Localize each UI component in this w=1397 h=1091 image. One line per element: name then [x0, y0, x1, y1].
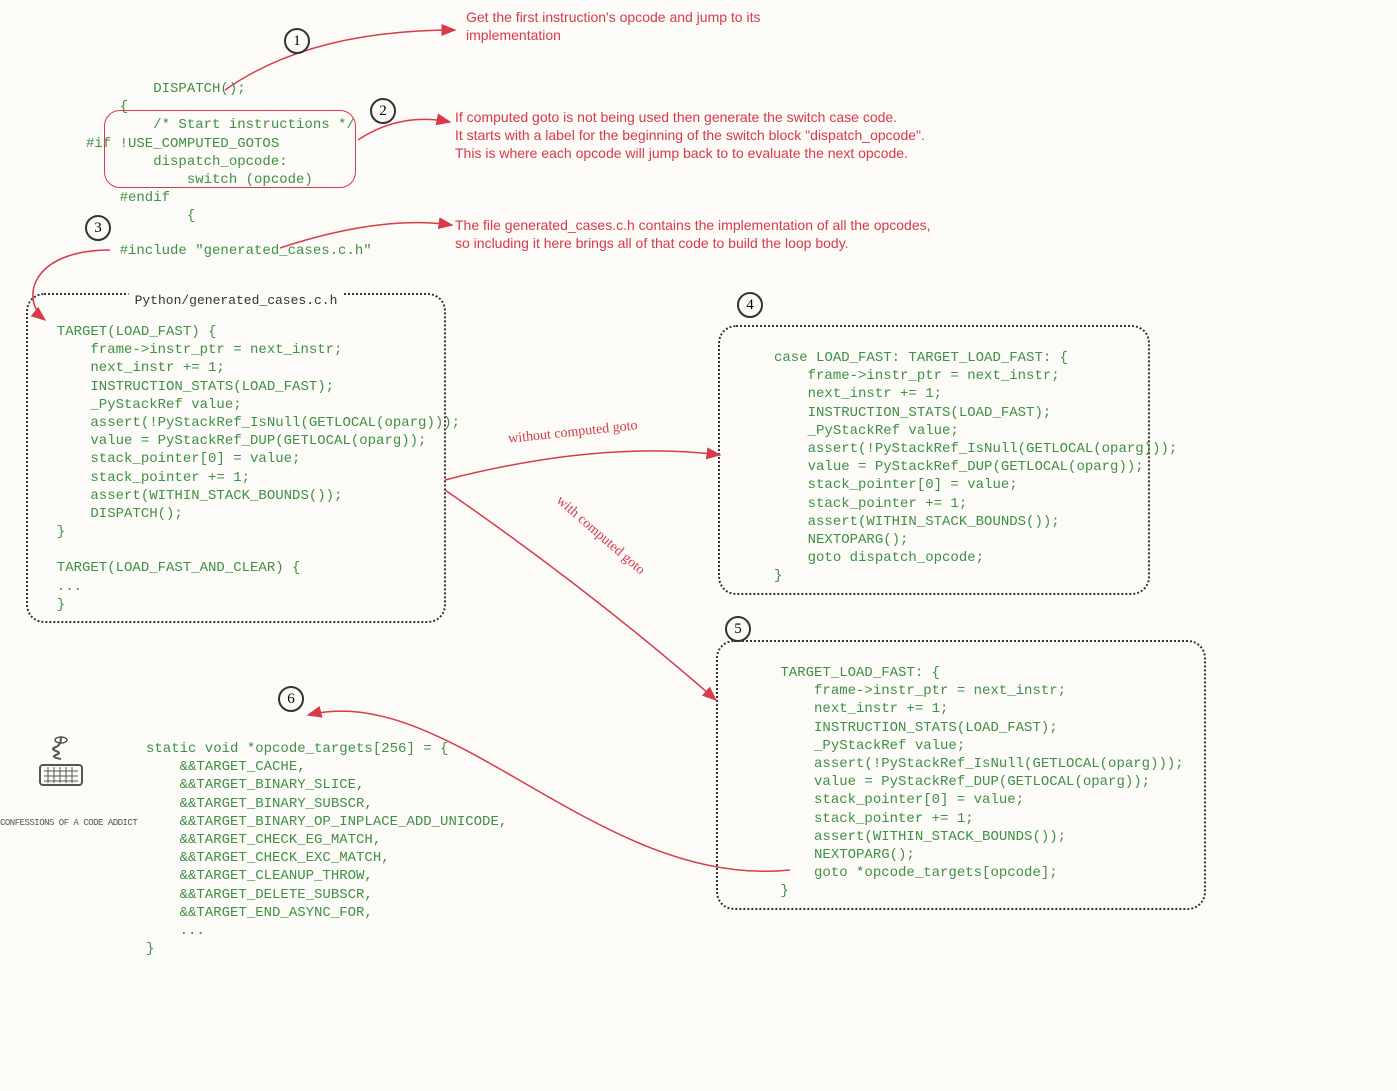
step-3-num: 3: [94, 220, 102, 237]
box-without-goto: case LOAD_FAST: TARGET_LOAD_FAST: { fram…: [718, 325, 1150, 595]
code-endif: #endif: [86, 189, 372, 207]
step-4: 4: [737, 292, 763, 318]
step-3: 3: [85, 215, 111, 241]
keyboard-icon: [38, 735, 84, 792]
box3-title: Python/generated_cases.c.h: [129, 293, 344, 308]
red-highlight-box: [104, 110, 356, 188]
annotation-2: If computed goto is not being used then …: [455, 108, 925, 163]
box4-code: case LOAD_FAST: TARGET_LOAD_FAST: { fram…: [732, 349, 1136, 585]
box6-code: static void *opcode_targets[256] = { &&T…: [146, 740, 507, 958]
step-2: 2: [370, 98, 396, 124]
step-1: 1: [284, 28, 310, 54]
step-6: 6: [278, 686, 304, 712]
edge-without: without computed goto: [508, 418, 639, 447]
box-generated-cases: Python/generated_cases.c.h TARGET(LOAD_F…: [26, 293, 446, 623]
box5-code: TARGET_LOAD_FAST: { frame->instr_ptr = n…: [730, 664, 1192, 900]
code-include: #include "generated_cases.c.h": [86, 242, 372, 260]
step-2-num: 2: [379, 103, 387, 120]
step-4-num: 4: [746, 297, 754, 314]
step-6-num: 6: [287, 691, 295, 708]
code-dispatch: DISPATCH();: [86, 80, 372, 98]
code-inner-brace: {: [86, 207, 372, 225]
edge-with: with computed goto: [552, 493, 647, 579]
watermark-text: CONFESSIONS OF A CODE ADDICT: [0, 818, 137, 828]
annotation-3: The file generated_cases.c.h contains th…: [455, 216, 931, 252]
step-5: 5: [725, 616, 751, 642]
annotation-1: Get the first instruction's opcode and j…: [466, 8, 761, 44]
step-1-num: 1: [293, 33, 301, 50]
box-with-goto: TARGET_LOAD_FAST: { frame->instr_ptr = n…: [716, 640, 1206, 910]
step-5-num: 5: [734, 621, 742, 638]
box3-code: TARGET(LOAD_FAST) { frame->instr_ptr = n…: [40, 323, 432, 614]
